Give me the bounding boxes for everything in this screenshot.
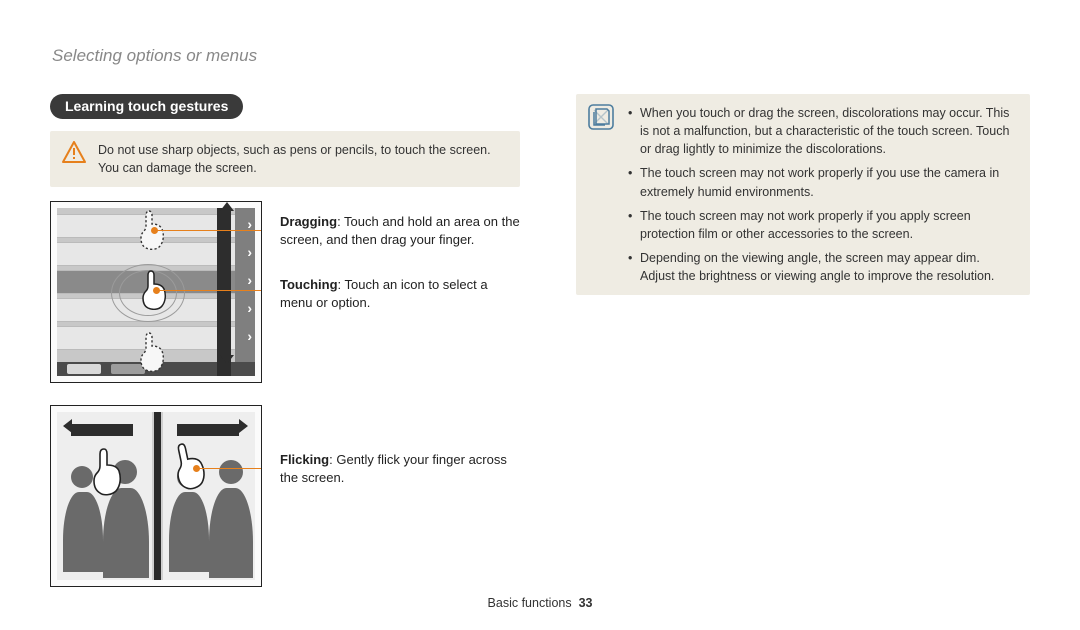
figure-2-labels: Flicking: Gently flick your finger acros… bbox=[280, 405, 520, 513]
section-pill: Learning touch gestures bbox=[50, 94, 243, 119]
column-right: When you touch or drag the screen, disco… bbox=[576, 94, 1030, 609]
warning-text: Do not use sharp objects, such as pens o… bbox=[98, 143, 491, 175]
warning-notice: Do not use sharp objects, such as pens o… bbox=[50, 131, 520, 187]
info-item: When you touch or drag the screen, disco… bbox=[628, 104, 1016, 158]
footer-section: Basic functions bbox=[488, 596, 572, 610]
figure-dragging-touching: › › › › › bbox=[50, 201, 262, 383]
running-head: Selecting options or menus bbox=[52, 46, 1030, 66]
finger-icon bbox=[87, 446, 127, 496]
info-item: Depending on the viewing angle, the scre… bbox=[628, 249, 1016, 285]
page: Selecting options or menus Learning touc… bbox=[0, 0, 1080, 630]
figure-row-2: Flicking: Gently flick your finger acros… bbox=[50, 405, 520, 587]
info-item: The touch screen may not work properly i… bbox=[628, 207, 1016, 243]
figure-row-1: › › › › › bbox=[50, 201, 520, 383]
figure-flicking bbox=[50, 405, 262, 587]
figure-1-labels: Dragging: Touch and hold an area on the … bbox=[280, 201, 520, 338]
label-touching: Touching: Touch an icon to select a menu… bbox=[280, 276, 520, 312]
info-notice: When you touch or drag the screen, disco… bbox=[576, 94, 1030, 295]
column-left: Learning touch gestures Do not use sharp… bbox=[50, 94, 520, 609]
label-touching-title: Touching bbox=[280, 277, 338, 292]
info-item: The touch screen may not work properly i… bbox=[628, 164, 1016, 200]
label-dragging-title: Dragging bbox=[280, 214, 337, 229]
columns: Learning touch gestures Do not use sharp… bbox=[50, 94, 1030, 609]
note-icon bbox=[588, 104, 614, 130]
footer-page-number: 33 bbox=[579, 596, 593, 610]
label-flicking-title: Flicking bbox=[280, 452, 329, 467]
info-list: When you touch or drag the screen, disco… bbox=[628, 104, 1016, 285]
label-dragging: Dragging: Touch and hold an area on the … bbox=[280, 213, 520, 249]
finger-icon bbox=[135, 330, 169, 372]
warning-icon bbox=[62, 141, 86, 163]
label-flicking: Flicking: Gently flick your finger acros… bbox=[280, 451, 520, 487]
page-footer: Basic functions 33 bbox=[0, 596, 1080, 610]
